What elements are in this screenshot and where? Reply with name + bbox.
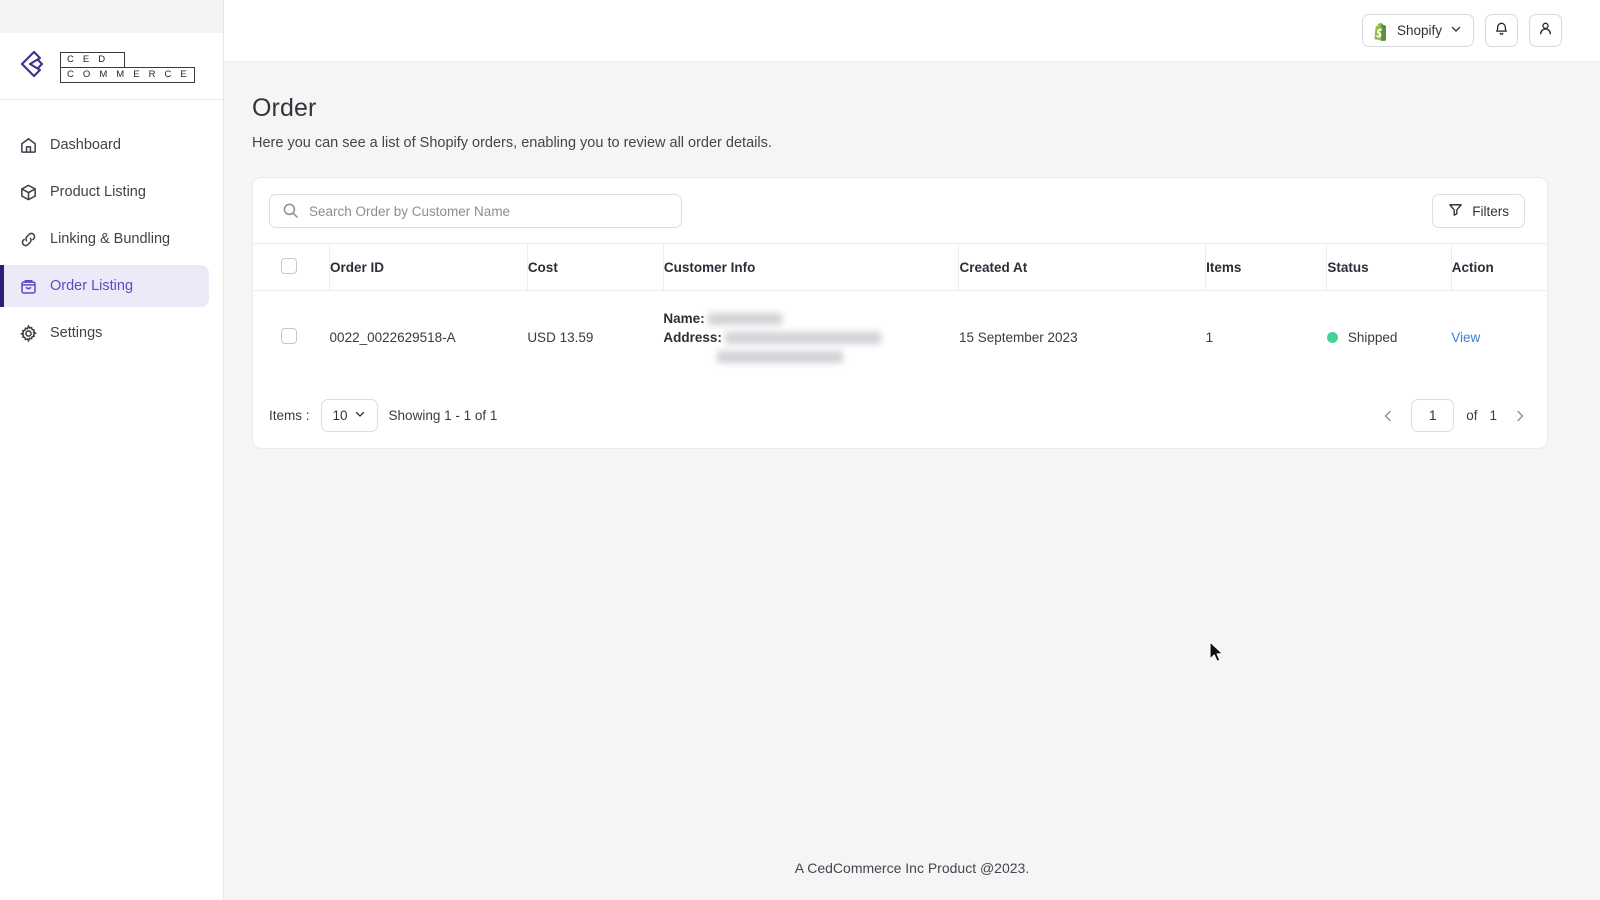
orders-pagination: Items : 10 Showing 1 - 1 of 1 1 of 1 — [253, 384, 1547, 448]
sidebar-top-strip — [0, 0, 223, 33]
shopify-bag-icon — [1372, 22, 1389, 41]
app-root: C E D C O M M E R C E Dashboard Product … — [0, 0, 1600, 900]
chevron-down-icon — [354, 408, 366, 423]
column-header-created-at[interactable]: Created At — [958, 243, 1207, 291]
status-dot-icon — [1326, 332, 1338, 343]
items-per-page-select[interactable]: 10 — [320, 399, 378, 432]
app-footer-note: A CedCommerce Inc Product @2023. — [224, 836, 1600, 900]
sidebar-item-label: Order Listing — [50, 278, 134, 294]
search-input[interactable] — [269, 194, 682, 228]
row-select-cell — [253, 291, 330, 385]
showing-range-label: Showing 1 - 1 of 1 — [388, 408, 498, 423]
cell-created-at: 15 September 2023 — [958, 330, 1078, 345]
cell-customer-info: Name: Address: — [663, 291, 959, 385]
page-number-input[interactable] — [1411, 399, 1455, 432]
filters-label: Filters — [1472, 203, 1509, 219]
sidebar: C E D C O M M E R C E Dashboard Product … — [0, 0, 224, 900]
store-name-label: Shopify — [1396, 23, 1442, 38]
table-row[interactable]: 0022_0022629518-A USD 13.59 Name: Addres… — [253, 291, 1547, 385]
sidebar-nav: Dashboard Product Listing Linking & Bund… — [0, 100, 223, 354]
topbar: Shopify — [224, 0, 1600, 62]
page-subtitle: Here you can see a list of Shopify order… — [252, 135, 772, 151]
status-label: Shipped — [1347, 330, 1398, 345]
column-header-status[interactable]: Status — [1326, 243, 1452, 291]
page-of-label: of — [1466, 408, 1478, 423]
customer-name-line: Name: — [663, 309, 959, 328]
column-header-order-id[interactable]: Order ID — [329, 243, 528, 291]
brand-wordmark: C E D C O M M E R C E — [60, 49, 195, 83]
gear-icon — [18, 323, 38, 343]
status-badge: Shipped — [1326, 330, 1451, 345]
main-area: Shopify Order Here you can see a list of… — [224, 0, 1600, 900]
notifications-button[interactable] — [1485, 14, 1518, 47]
cedcommerce-diamond-icon — [18, 49, 52, 83]
orders-table-body: 0022_0022629518-A USD 13.59 Name: Addres… — [253, 291, 1547, 385]
sidebar-item-order-listing[interactable]: Order Listing — [0, 265, 209, 307]
cube-icon — [18, 182, 38, 202]
filters-button[interactable]: Filters — [1432, 194, 1525, 228]
column-header-items[interactable]: Items — [1205, 243, 1328, 291]
sidebar-item-dashboard[interactable]: Dashboard — [0, 124, 209, 166]
customer-address-line: Address: — [663, 328, 959, 347]
sidebar-item-product-listing[interactable]: Product Listing — [0, 171, 209, 213]
chevron-down-icon — [1450, 22, 1462, 40]
link-icon — [18, 229, 38, 249]
customer-address-line-2 — [663, 347, 959, 366]
sidebar-item-label: Product Listing — [50, 184, 146, 200]
cell-status: Shipped — [1326, 291, 1451, 385]
next-page-button[interactable] — [1509, 405, 1531, 427]
sidebar-item-label: Dashboard — [50, 137, 121, 153]
select-all-checkbox[interactable] — [281, 258, 297, 274]
customer-address-redacted-line2 — [717, 351, 844, 364]
previous-page-button[interactable] — [1377, 405, 1399, 427]
page-title: Order — [252, 94, 317, 122]
orders-table: Order ID Cost Customer Info Created At I… — [253, 243, 1547, 384]
customer-name-label: Name: — [663, 311, 705, 326]
customer-name-redacted — [707, 313, 782, 326]
bag-icon — [18, 276, 38, 296]
brand-logo[interactable]: C E D C O M M E R C E — [0, 33, 223, 100]
account-button[interactable] — [1529, 14, 1562, 47]
sidebar-item-label: Linking & Bundling — [50, 231, 171, 247]
bell-icon — [1493, 20, 1510, 42]
cell-order-id: 0022_0022629518-A — [329, 330, 456, 345]
cell-action: View — [1451, 291, 1547, 385]
orders-toolbar: Filters — [253, 178, 1547, 243]
sidebar-item-linking-bundling[interactable]: Linking & Bundling — [0, 218, 209, 260]
table-header-row: Order ID Cost Customer Info Created At I… — [253, 243, 1547, 291]
sidebar-item-label: Settings — [50, 325, 103, 341]
brand-ced: C E D — [60, 52, 126, 69]
customer-address-redacted-line1 — [724, 332, 881, 345]
column-header-cost[interactable]: Cost — [527, 243, 664, 291]
orders-table-head: Order ID Cost Customer Info Created At I… — [253, 243, 1547, 291]
total-pages-label: 1 — [1489, 408, 1497, 423]
sidebar-item-settings[interactable]: Settings — [0, 312, 209, 354]
page-content: Order Here you can see a list of Shopify… — [224, 62, 1600, 836]
brand-commerce: C O M M E R C E — [60, 66, 195, 83]
funnel-icon — [1448, 202, 1463, 220]
pagination-right: of 1 — [1377, 399, 1531, 432]
user-icon — [1537, 20, 1554, 42]
page-scrollbar[interactable] — [1594, 62, 1600, 900]
column-header-customer-info[interactable]: Customer Info — [663, 243, 960, 291]
orders-card: Filters Order ID Cost Customer Info Crea… — [252, 177, 1548, 449]
row-checkbox[interactable] — [281, 328, 297, 344]
select-all-header — [253, 243, 331, 291]
pagination-left: Items : 10 Showing 1 - 1 of 1 — [269, 399, 497, 432]
column-header-action[interactable]: Action — [1451, 244, 1547, 291]
view-order-link[interactable]: View — [1451, 330, 1480, 345]
cell-cost: USD 13.59 — [527, 330, 594, 345]
search-order-container — [269, 194, 682, 228]
home-icon — [18, 135, 38, 155]
cell-items: 1 — [1205, 330, 1214, 345]
items-per-page-value: 10 — [332, 408, 348, 423]
customer-address-label: Address: — [663, 330, 722, 345]
items-per-page-label: Items : — [269, 408, 310, 423]
store-selector[interactable]: Shopify — [1361, 14, 1474, 47]
